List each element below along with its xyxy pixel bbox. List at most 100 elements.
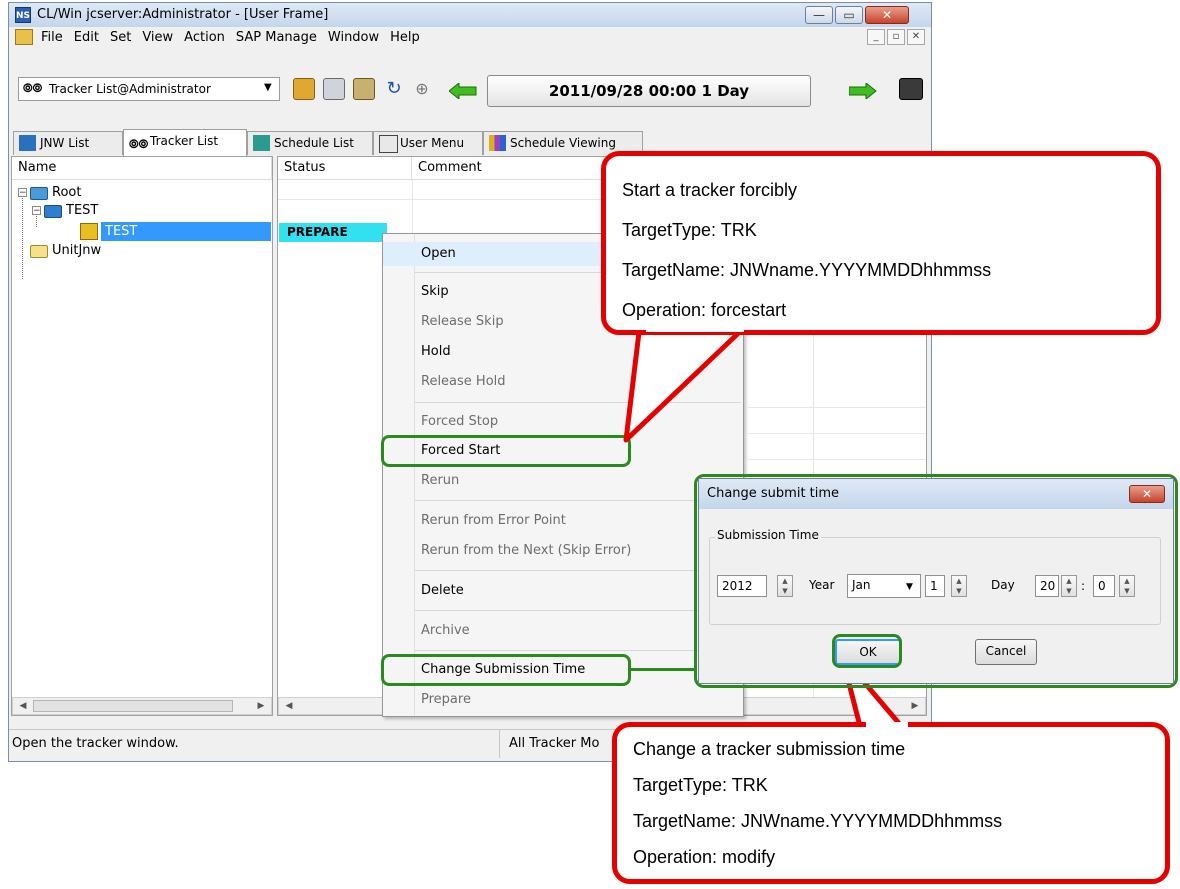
year-spinner[interactable]: ▲ ▼ [777,575,793,597]
change-time-highlight [381,654,631,686]
tree-header-name[interactable]: Name [12,157,272,180]
day-spinner[interactable]: ▲ ▼ [951,575,967,597]
app-icon: NS [15,7,31,23]
month-value: Jan [852,578,871,592]
tracker-warning-icon [80,223,98,240]
close-button[interactable]: ✕ [865,6,909,24]
jnw-icon [19,135,36,151]
menu-edit[interactable]: Edit [74,30,99,45]
next-arrow-icon[interactable] [848,81,877,101]
menu-item-rerun-error-point[interactable]: Rerun from Error Point [383,509,743,533]
viewing-icon [489,135,506,151]
tab-tracker-list[interactable]: ⦾⦾ Tracker List [123,129,247,156]
minute-spinner[interactable]: ▲ ▼ [1119,575,1135,597]
mdi-close-button[interactable]: ✕ [907,29,925,45]
refresh-icon[interactable]: ↻ [383,78,405,100]
forced-start-highlight [381,435,631,467]
minimize-button[interactable]: — [805,6,833,24]
mdi-restore-button[interactable]: ▫ [887,29,905,45]
binoculars-icon: ⦾⦾ [23,81,43,95]
tab-label: User Menu [400,136,465,150]
dialog-title-bar[interactable]: Change submit time ✕ [699,479,1173,509]
tab-schedule-list[interactable]: Schedule List [247,131,373,155]
cancel-button[interactable]: Cancel [975,639,1037,665]
year-label: Year [809,578,835,592]
schedule-icon [253,135,270,151]
menu-file[interactable]: File [41,30,63,45]
jnw-group-icon [44,205,62,218]
menu-set[interactable]: Set [110,30,131,45]
collapse-test-icon[interactable]: − [32,206,41,216]
menu-item-prepare[interactable]: Prepare [383,688,743,712]
callout-forced-start: Start a tracker forcibly TargetType: TRK… [601,151,1161,335]
column-header-status[interactable]: Status [278,157,412,180]
maximize-button[interactable]: ▭ [835,6,863,24]
chevron-down-icon: ▼ [906,582,913,592]
status-cell[interactable]: PREPARE [279,223,387,242]
menu-item-rerun[interactable]: Rerun [383,469,743,493]
tree-node-root[interactable]: Root [52,185,81,200]
ok-highlight [832,634,902,668]
tab-jnw-list[interactable]: JNW List [13,131,123,155]
callout-top-line2: TargetType: TRK [622,220,757,240]
binoculars-icon: ⦾⦾ [129,137,149,151]
day-label: Day [991,578,1015,592]
tree-node-test-tracker[interactable]: TEST [101,222,271,241]
window-title: CL/Win jcserver:Administrator - [User Fr… [37,7,329,22]
tab-user-menu[interactable]: User Menu [373,131,483,155]
scroll-left-icon[interactable]: ◀ [281,698,297,714]
year-input[interactable]: 2012 [717,575,767,597]
previous-arrow-icon[interactable] [448,81,477,101]
connector-line [631,668,697,671]
callout-bottom-line2: TargetType: TRK [633,775,768,795]
unitjnw-folder-icon [30,245,48,258]
menu-window[interactable]: Window [328,30,379,45]
tree-node-test-group[interactable]: TEST [66,203,98,218]
user-menu-icon [379,135,398,153]
status-text: Open the tracker window. [12,736,179,751]
menu-help[interactable]: Help [390,30,420,45]
tree-node-unitjnw[interactable]: UnitJnw [52,243,101,258]
users-icon[interactable] [323,78,345,100]
menu-view[interactable]: View [142,30,173,45]
open-frame-icon[interactable] [293,78,315,100]
day-input[interactable]: 1 [925,575,945,597]
tab-label: Schedule Viewing [510,136,616,150]
mdi-minimize-button[interactable]: _ [867,29,885,45]
tree-horizontal-scrollbar[interactable]: ◀ ▶ [12,697,272,715]
menu-sap-manage[interactable]: SAP Manage [236,30,317,45]
frame-combo[interactable]: ⦾⦾ Tracker List@Administrator ▼ [18,77,280,101]
callout-top-line4: Operation: forcestart [622,300,787,320]
minute-input[interactable]: 0 [1093,575,1115,597]
chevron-down-icon: ▼ [264,82,272,93]
menu-item-archive[interactable]: Archive [383,619,743,643]
menu-item-delete[interactable]: Delete [383,579,743,603]
tree-pane: Name − Root − TEST TEST UnitJnw ◀ ▶ [11,156,273,716]
monitor-icon[interactable] [899,78,923,100]
toolbar: ⦾⦾ Tracker List@Administrator ▼ ↻ ⊕ 2011… [9,49,931,123]
collapse-root-icon[interactable]: − [18,188,27,198]
calendar-icon[interactable] [353,78,375,100]
month-select[interactable]: Jan ▼ [847,574,921,598]
change-submit-time-dialog: Change submit time ✕ Submission Time 201… [698,478,1174,684]
scroll-left-icon[interactable]: ◀ [15,698,31,714]
title-bar[interactable]: NS CL/Win jcserver:Administrator - [User… [9,3,931,27]
tab-label: Tracker List [150,134,219,148]
scroll-right-icon[interactable]: ▶ [253,698,269,714]
menu-item-rerun-next[interactable]: Rerun from the Next (Skip Error) [383,539,743,563]
callout-bottom-line3: TargetName: JNWname.YYYYMMDDhhmmss [633,811,1003,831]
mdi-doc-icon [15,29,33,45]
tab-label: JNW List [40,136,90,150]
date-range-button[interactable]: 2011/09/28 00:00 1 Day [487,75,811,107]
frame-combo-value: Tracker List@Administrator [49,82,211,96]
time-colon: : [1081,579,1086,593]
hour-spinner[interactable]: ▲ ▼ [1061,575,1077,597]
hour-input[interactable]: 20 [1035,575,1059,597]
callout-top-line3: TargetName: JNWname.YYYYMMDDhhmmss [622,260,992,280]
dialog-close-icon[interactable]: ✕ [1129,485,1165,503]
scroll-thumb[interactable] [33,700,233,712]
find-icon[interactable]: ⊕ [411,78,433,100]
group-label: Submission Time [715,528,821,542]
menu-action[interactable]: Action [184,30,225,45]
callout-bottom-line4: Operation: modify [633,847,776,867]
